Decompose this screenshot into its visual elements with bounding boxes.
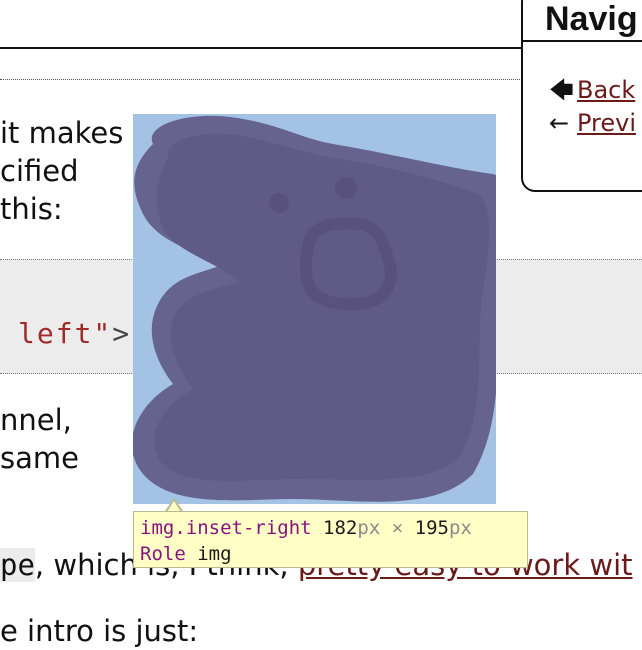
element-width: 182	[323, 517, 358, 539]
paragraph-line: cified	[0, 154, 79, 188]
role-value: img	[197, 543, 232, 565]
paragraph-line: e intro is just:	[0, 614, 199, 648]
element-height: 195	[414, 517, 449, 539]
role-label: Role	[140, 543, 186, 565]
navigation-panel: Navig 🡄 Back ← Previ	[521, 0, 642, 192]
tooltip-role-line: Role img	[140, 541, 527, 567]
times-sign: ×	[391, 517, 404, 539]
element-selector: img.inset-right	[140, 517, 312, 539]
highlighted-image[interactable]	[133, 114, 496, 504]
paragraph-line: this:	[0, 192, 63, 226]
nav-item-back[interactable]: 🡄 Back	[549, 73, 635, 114]
paragraph-line: it makes	[0, 116, 124, 150]
paragraph-line: nnel,	[0, 403, 72, 437]
nav-item-label: Back	[577, 76, 636, 104]
navigation-rule	[523, 40, 642, 42]
width-unit: px	[357, 517, 381, 539]
nav-item-previous[interactable]: ← Previ	[549, 109, 636, 137]
height-unit: px	[448, 517, 472, 539]
code-punctuation: >	[112, 317, 132, 350]
inspector-tooltip: img.inset-right 182px × 195px Role img	[133, 511, 528, 568]
tooltip-dimensions-line: img.inset-right 182px × 195px	[140, 515, 527, 541]
paragraph-line: same	[0, 441, 79, 475]
left-arrow-icon: ←	[549, 109, 570, 137]
navigation-title: Navig	[545, 0, 638, 38]
blob-character-image	[133, 115, 496, 502]
code-line: left">	[18, 314, 131, 354]
code-string: left"	[18, 317, 113, 350]
nav-item-label: Previ	[577, 109, 637, 137]
back-arrow-icon: 🡄	[549, 76, 574, 104]
inline-code: pe	[0, 548, 35, 582]
